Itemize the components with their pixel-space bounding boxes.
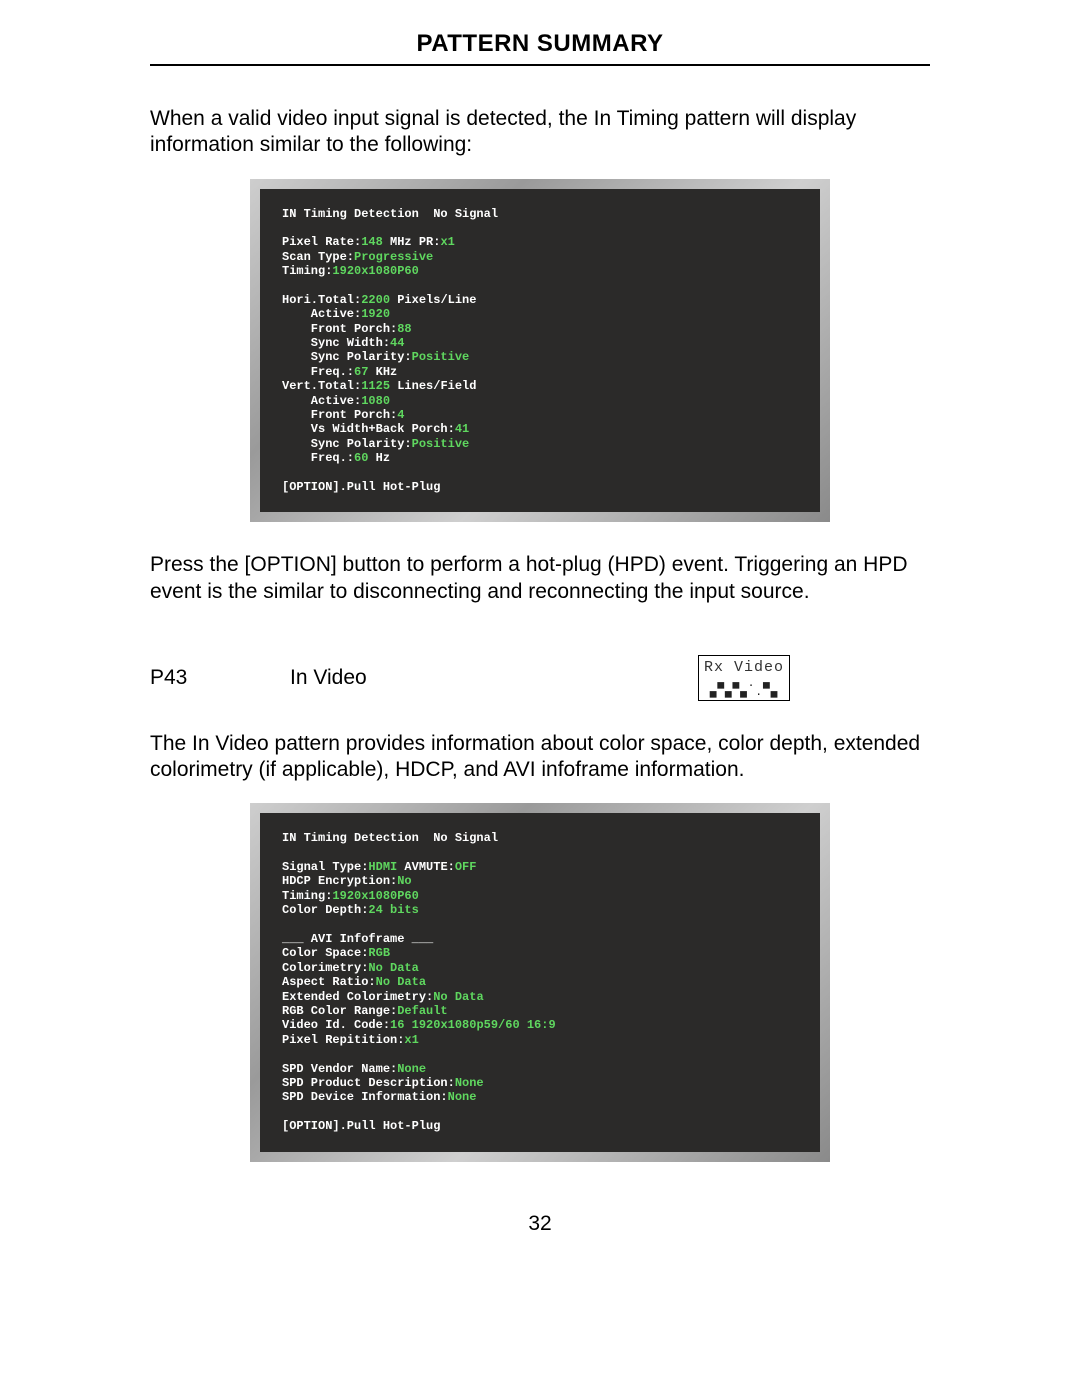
pattern-name: In Video xyxy=(290,666,490,690)
page-title: PATTERN SUMMARY xyxy=(150,30,930,58)
s2-val: No xyxy=(397,874,411,888)
s2-line: SPD Device Information: xyxy=(282,1090,448,1104)
s1-line: Active: xyxy=(282,307,361,321)
s2-val: 24 bits xyxy=(368,903,418,917)
s2-line: Timing: xyxy=(282,889,332,903)
s1-line: Pixels/Line xyxy=(390,293,476,307)
s1-line: Front Porch: xyxy=(282,322,397,336)
s1-line: Sync Polarity: xyxy=(282,437,412,451)
s1-line: Lines/Field xyxy=(390,379,476,393)
s1-line: Pixel Rate: xyxy=(282,235,361,249)
s1-line: Active: xyxy=(282,394,361,408)
s2-val: x1 xyxy=(404,1033,418,1047)
s2-val: RGB xyxy=(368,946,390,960)
s1-line: IN Timing Detection No Signal xyxy=(282,207,498,221)
intro-paragraph: When a valid video input signal is detec… xyxy=(150,106,930,159)
mid-paragraph: Press the [OPTION] button to perform a h… xyxy=(150,552,930,605)
s2-val: None xyxy=(448,1090,477,1104)
s1-line: Vert.Total: xyxy=(282,379,361,393)
s2-val: No Data xyxy=(376,975,426,989)
s1-val: Progressive xyxy=(354,250,433,264)
page-number: 32 xyxy=(150,1212,930,1236)
s2-line: RGB Color Range: xyxy=(282,1004,397,1018)
s1-line: Freq.: xyxy=(282,365,354,379)
s2-val: None xyxy=(397,1062,426,1076)
s2-line: Extended Colorimetry: xyxy=(282,990,433,1004)
s2-line: Aspect Ratio: xyxy=(282,975,376,989)
s2-line: Color Space: xyxy=(282,946,368,960)
s1-line: Freq.: xyxy=(282,451,354,465)
pattern-icon-glyphs: ▄ ▄ . ▄▄ ▄ ▄ . ▄ xyxy=(704,678,784,696)
s2-val: No Data xyxy=(433,990,483,1004)
s2-val: 1920x1080P60 xyxy=(332,889,418,903)
s2-val: None xyxy=(455,1076,484,1090)
s2-line: Signal Type: xyxy=(282,860,368,874)
screenshot-1-frame: IN Timing Detection No Signal Pixel Rate… xyxy=(250,179,830,523)
s1-line: MHz PR: xyxy=(383,235,441,249)
s1-line: Sync Width: xyxy=(282,336,390,350)
s2-line: ___ AVI Infoframe ___ xyxy=(282,932,433,946)
pattern-icon-label: Rx Video xyxy=(704,659,784,676)
page-container: PATTERN SUMMARY When a valid video input… xyxy=(0,0,1080,1276)
s2-line: SPD Vendor Name: xyxy=(282,1062,397,1076)
pattern-row: P43 In Video Rx Video ▄ ▄ . ▄▄ ▄ ▄ . ▄ xyxy=(150,655,930,701)
pattern-icon: Rx Video ▄ ▄ . ▄▄ ▄ ▄ . ▄ xyxy=(698,655,790,701)
s2-line: Video Id. Code: xyxy=(282,1018,390,1032)
pattern-id: P43 xyxy=(150,666,290,690)
s1-line: KHz xyxy=(368,365,397,379)
s2-line: Colorimetry: xyxy=(282,961,368,975)
s2-line: Pixel Repitition: xyxy=(282,1033,404,1047)
s2-line: HDCP Encryption: xyxy=(282,874,397,888)
s1-val: 1920x1080P60 xyxy=(332,264,418,278)
s2-line: [OPTION].Pull Hot-Plug xyxy=(282,1119,440,1133)
s1-val: 67 xyxy=(354,365,368,379)
s2-line: Color Depth: xyxy=(282,903,368,917)
s1-val: 88 xyxy=(397,322,411,336)
s1-line: [OPTION].Pull Hot-Plug xyxy=(282,480,440,494)
s1-line: Vs Width+Back Porch: xyxy=(282,422,455,436)
s1-val: 44 xyxy=(390,336,404,350)
title-rule xyxy=(150,64,930,66)
s1-val: 41 xyxy=(455,422,469,436)
s1-val: 148 xyxy=(361,235,383,249)
s1-val: 60 xyxy=(354,451,368,465)
s1-val: Positive xyxy=(412,437,470,451)
s1-line: Sync Polarity: xyxy=(282,350,412,364)
s2-val: Default xyxy=(397,1004,447,1018)
s1-line: Timing: xyxy=(282,264,332,278)
s2-val: 16 1920x1080p59/60 16:9 xyxy=(390,1018,556,1032)
s2-val: No Data xyxy=(368,961,418,975)
desc-paragraph: The In Video pattern provides informatio… xyxy=(150,731,930,784)
s1-val: 1920 xyxy=(361,307,390,321)
s1-line: Scan Type: xyxy=(282,250,354,264)
s1-line: Front Porch: xyxy=(282,408,397,422)
screenshot-2: IN Timing Detection No Signal Signal Typ… xyxy=(260,813,820,1151)
screenshot-1: IN Timing Detection No Signal Pixel Rate… xyxy=(260,189,820,513)
s2-val: HDMI xyxy=(368,860,397,874)
s1-val: Positive xyxy=(412,350,470,364)
s2-line: SPD Product Description: xyxy=(282,1076,455,1090)
s1-val: 4 xyxy=(397,408,404,422)
s2-val: OFF xyxy=(455,860,477,874)
s1-line: Hz xyxy=(368,451,390,465)
screenshot-2-frame: IN Timing Detection No Signal Signal Typ… xyxy=(250,803,830,1161)
s1-val: x1 xyxy=(440,235,454,249)
s1-val: 2200 xyxy=(361,293,390,307)
s1-val: 1125 xyxy=(361,379,390,393)
s2-line: IN Timing Detection No Signal xyxy=(282,831,498,845)
s1-line: Hori.Total: xyxy=(282,293,361,307)
s1-val: 1080 xyxy=(361,394,390,408)
s2-line: AVMUTE: xyxy=(397,860,455,874)
